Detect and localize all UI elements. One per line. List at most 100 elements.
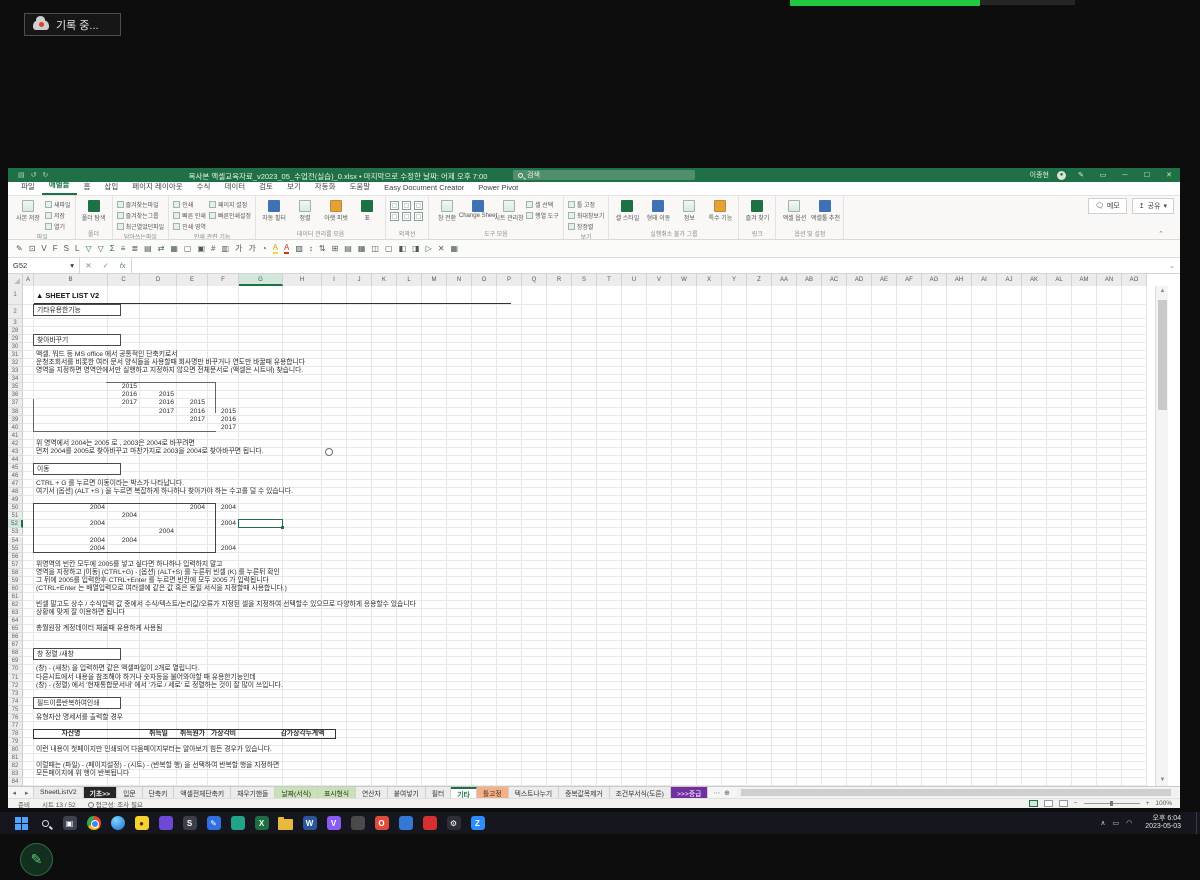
row-header-79[interactable]: 79 (8, 738, 23, 746)
column-header-X[interactable]: X (697, 274, 722, 286)
column-header-AM[interactable]: AM (1072, 274, 1097, 286)
row-header-35[interactable]: 35 (8, 383, 23, 391)
row-header-42[interactable]: 42 (8, 440, 23, 448)
qat-icon-14[interactable]: ▢ (184, 244, 192, 253)
column-header-K[interactable]: K (372, 274, 397, 286)
ribbon-button[interactable]: 즐겨찾는파일 (117, 200, 165, 209)
row-header-32[interactable]: 32 (8, 359, 23, 367)
user-name[interactable]: 이종현 (1030, 170, 1049, 180)
row-header-57[interactable]: 57 (8, 561, 23, 569)
vertical-scrollbar[interactable]: ▲ ▼ (1155, 286, 1168, 786)
sheet-nav-right-icon[interactable]: ▸ (25, 789, 28, 797)
taskbar-settings-icon[interactable]: ⚙ (446, 816, 461, 831)
normal-view-icon[interactable] (1029, 800, 1038, 807)
undo-icon[interactable]: ↺ (31, 171, 37, 179)
user-avatar[interactable]: ● (1057, 171, 1066, 180)
qat-icon-10[interactable]: ≣ (131, 244, 138, 253)
qat-icon-11[interactable]: ▤ (144, 244, 152, 253)
ribbon-button[interactable]: 행열 도구 (526, 211, 559, 220)
cell-D53[interactable]: 2004 (140, 528, 174, 536)
cell-F52[interactable]: 2004 (208, 520, 236, 528)
ribbon-button[interactable]: 시트 관리창 (495, 198, 523, 222)
cell-B1[interactable]: ▲ SHEET LIST V2 (36, 286, 99, 305)
row-header-36[interactable]: 36 (8, 391, 23, 399)
border-style-icon[interactable] (414, 201, 423, 210)
sheet-tab-10[interactable]: 필터 (426, 787, 452, 798)
taskbar-task-view-icon[interactable]: ▣ (62, 816, 77, 831)
column-header-O[interactable]: O (472, 274, 497, 286)
sheet-tab-11[interactable]: 기타 (451, 787, 477, 798)
column-header-J[interactable]: J (347, 274, 372, 286)
cell-B65[interactable]: 총월원장 계정데이터 채울때 유용하게 사용됨 (36, 625, 162, 633)
qat-icon-19[interactable]: 가 (248, 243, 255, 254)
taskbar-clock[interactable]: 오후 6:042023-05-03 (1145, 815, 1187, 831)
cell-F39[interactable]: 2016 (208, 416, 236, 424)
row-header-61[interactable]: 61 (8, 593, 23, 601)
save-icon[interactable]: ▤ (18, 171, 25, 179)
ribbon-button[interactable]: 빠른 인쇄 (173, 211, 206, 220)
menu-tab-8[interactable]: 보기 (280, 179, 308, 195)
cell-B58[interactable]: 영역을 지정하고 [이동] (CTRL+G) - [옵션] (ALT+S) 를 … (36, 569, 280, 577)
taskbar-app-dark-icon[interactable]: S (182, 816, 197, 831)
column-header-E[interactable]: E (177, 274, 208, 286)
row-header-67[interactable]: 67 (8, 641, 23, 649)
column-header-C[interactable]: C (108, 274, 140, 286)
ribbon-button[interactable]: 셀 선택 (526, 200, 559, 209)
column-header-A[interactable]: A (23, 274, 34, 286)
taskbar-chrome-icon[interactable] (86, 816, 101, 831)
taskbar-search-icon[interactable] (38, 816, 53, 831)
ribbon-button[interactable]: 아랫 피벗 (322, 198, 350, 222)
tray-icon-1[interactable]: ▭ (1112, 819, 1119, 827)
qat-icon-22[interactable]: A (284, 243, 289, 254)
row-header-71[interactable]: 71 (8, 674, 23, 682)
annotation-pencil-bubble[interactable]: ✎ (20, 843, 53, 876)
qat-icon-8[interactable]: Σ (110, 244, 115, 253)
sheet-tab-0[interactable]: SheetListV2 (34, 787, 84, 798)
ribbon-button[interactable]: 페이지 설정 (209, 200, 251, 209)
menu-tab-file[interactable]: 파일 (14, 179, 42, 195)
cell-B50[interactable]: 2004 (34, 504, 105, 512)
row-header-66[interactable]: 66 (8, 633, 23, 641)
row-header-2[interactable]: 2 (8, 305, 23, 319)
cancel-icon[interactable]: ✕ (85, 261, 91, 270)
cell-B48[interactable]: 여기서 [옵션] (ALT +S ) 을 누르면 복잡하게 하나하나 찾아가야 … (36, 488, 293, 496)
column-header-AD[interactable]: AD (847, 274, 872, 286)
qat-icon-20[interactable]: ◔ (262, 244, 267, 253)
taskbar-zoom-app-icon[interactable]: Z (470, 816, 485, 831)
cell-B43[interactable]: 먼저 2004를 2005로 찾아바꾸고 마찬가지로 2003을 2004로 찾… (36, 448, 264, 456)
ribbon-button[interactable]: 액셀툴 추천 (811, 198, 839, 222)
row-header-45[interactable]: 45 (8, 464, 23, 472)
row-header-28[interactable]: 28 (8, 327, 23, 335)
menu-tab-9[interactable]: 자동화 (308, 179, 343, 195)
row-header-81[interactable]: 81 (8, 754, 23, 762)
ribbon-button[interactable]: 자동 필터 (260, 198, 288, 222)
menu-tab-2[interactable]: 홈 (77, 179, 98, 195)
cell-B52[interactable]: 2004 (34, 520, 105, 528)
column-header-Q[interactable]: Q (522, 274, 547, 286)
column-header-V[interactable]: V (647, 274, 672, 286)
column-header-G[interactable]: G (239, 274, 283, 286)
taskbar-app-blue-icon[interactable] (398, 816, 413, 831)
cell-F55[interactable]: 2004 (208, 545, 236, 553)
column-header-T[interactable]: T (597, 274, 622, 286)
qat-icon-15[interactable]: ▣ (197, 244, 205, 253)
row-header-73[interactable]: 73 (8, 690, 23, 698)
row-header-77[interactable]: 77 (8, 722, 23, 730)
accessibility-status[interactable]: 접근성: 조사 필요 (88, 799, 143, 809)
sheet-tab-6[interactable]: 날짜(서식) (275, 787, 318, 798)
row-header-50[interactable]: 50 (8, 504, 23, 512)
cell-F40[interactable]: 2017 (208, 424, 236, 432)
column-header-AA[interactable]: AA (772, 274, 797, 286)
cell-C36[interactable]: 2016 (108, 391, 137, 399)
row-header-54[interactable]: 54 (8, 537, 23, 545)
cell-B71[interactable]: 다른시트에서 내용을 참조해야 하거나 숫자등을 불어와야할 때 유용한기능인데 (36, 674, 256, 682)
qat-icon-12[interactable]: ⇄ (158, 244, 165, 253)
taskbar-app-red-icon[interactable]: O (374, 816, 389, 831)
border-style-icon[interactable] (390, 201, 399, 210)
row-header-3[interactable]: 3 (8, 319, 23, 327)
ribbon-button[interactable]: 폴더 탐색 (80, 198, 108, 222)
row-header-74[interactable]: 74 (8, 698, 23, 706)
ribbon-button[interactable]: 형태 이동 (644, 198, 672, 222)
qat-icon-2[interactable]: V (41, 244, 46, 253)
ribbon-button[interactable]: 틀 고정 (568, 200, 605, 209)
